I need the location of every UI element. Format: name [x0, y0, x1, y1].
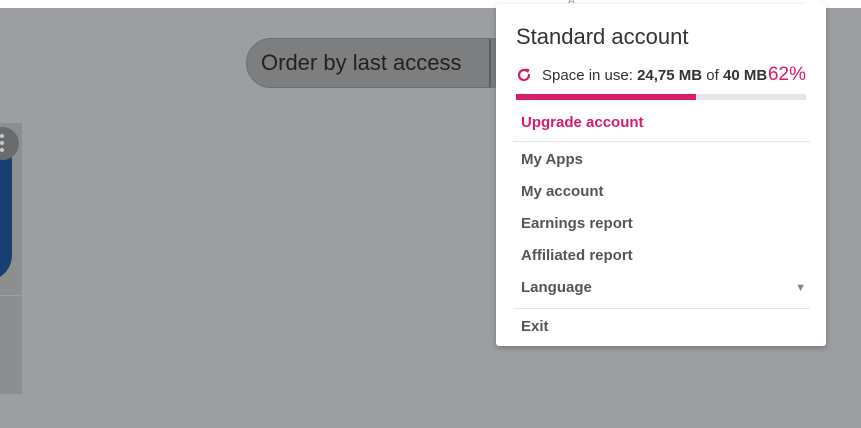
menu-item-my-apps[interactable]: My Apps [521, 151, 583, 168]
space-used: 24,75 MB [637, 67, 703, 84]
account-type-title: Standard account [516, 24, 689, 49]
kebab-dot [0, 148, 4, 152]
menu-divider [513, 308, 810, 309]
space-usage-text: Space in use: 24,75 MB of 40 MB [542, 67, 767, 84]
kebab-menu-icon[interactable] [0, 127, 19, 160]
app-card-partial[interactable] [0, 123, 22, 394]
menu-divider [513, 141, 810, 142]
exit-link[interactable]: Exit [521, 318, 549, 335]
order-select-divider [489, 39, 491, 87]
menu-item-language[interactable]: Language [521, 279, 592, 296]
space-percent: 62% [767, 64, 806, 85]
space-total: 40 MB [722, 67, 768, 84]
menu-item-affiliated-report[interactable]: Affiliated report [521, 247, 633, 264]
menu-item-my-account[interactable]: My account [521, 183, 604, 200]
order-select[interactable]: Order by last access [246, 38, 516, 88]
space-progress-bar [516, 94, 806, 100]
upgrade-account-link[interactable]: Upgrade account [521, 114, 644, 131]
kebab-dot [0, 141, 4, 145]
space-progress-fill [516, 94, 696, 100]
triangle-down-icon[interactable]: ▼ [795, 282, 806, 294]
dropdown-arrow [804, 0, 822, 13]
kebab-dot [0, 134, 4, 138]
refresh-icon[interactable] [516, 67, 532, 83]
space-of: of [706, 67, 719, 84]
account-dropdown: Standard account Space in use: 24,75 MB … [496, 0, 826, 346]
menu-item-earnings-report[interactable]: Earnings report [521, 215, 633, 232]
order-select-label: Order by last access [261, 50, 462, 75]
space-usage-row: Space in use: 24,75 MB of 40 MB 62% [516, 64, 806, 88]
card-divider [0, 295, 22, 296]
space-label: Space in use: [542, 67, 633, 84]
